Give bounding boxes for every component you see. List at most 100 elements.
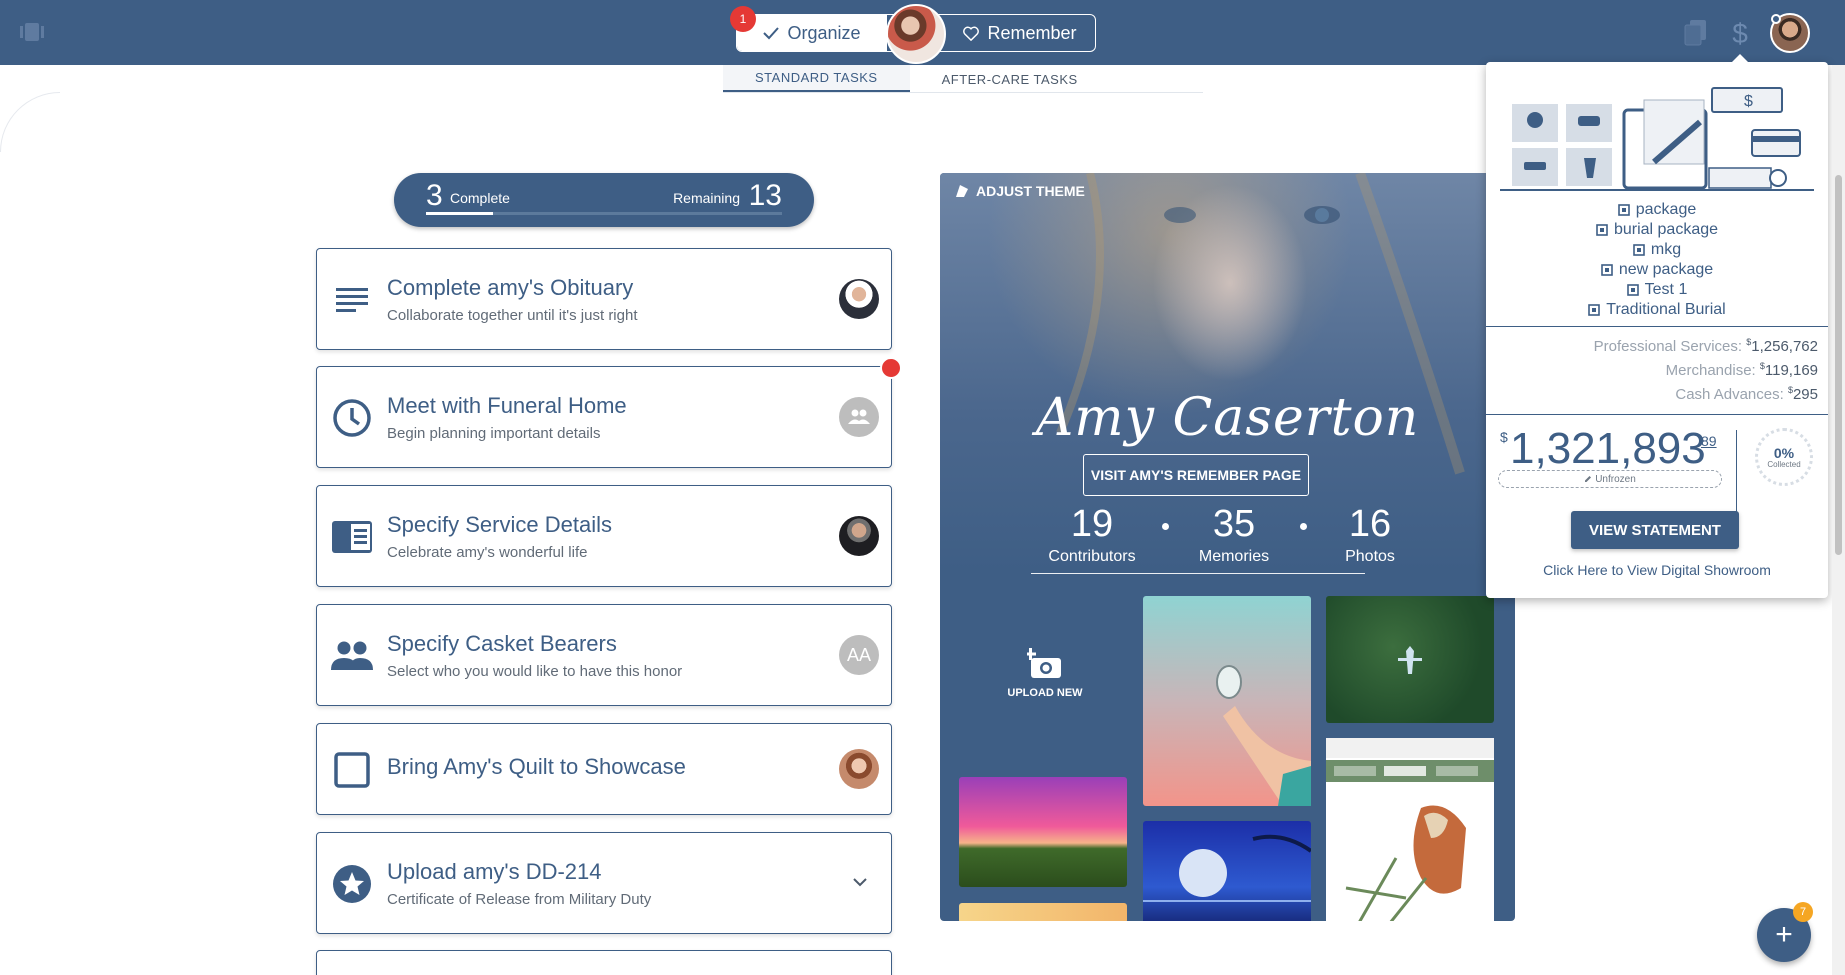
package-icon <box>1596 224 1608 236</box>
people-icon <box>331 635 373 677</box>
fee-label: Merchandise: <box>1665 362 1756 379</box>
package-item[interactable]: Traditional Burial <box>1486 300 1828 320</box>
heart-icon <box>963 26 980 41</box>
stat-value: 16 <box>1348 503 1392 545</box>
task-subtitle: Collaborate together until it's just rig… <box>387 307 638 324</box>
complete-count: 3 <box>426 179 443 212</box>
package-name: Test 1 <box>1644 281 1688 298</box>
tab-after-care-tasks[interactable]: AFTER-CARE TASKS <box>910 65 1110 93</box>
package-item[interactable]: mkg <box>1486 240 1828 260</box>
documents-icon[interactable] <box>1683 18 1709 46</box>
task-notification-dot <box>880 357 902 379</box>
package-list: package burial package mkg new package T… <box>1486 200 1828 320</box>
freeze-status-label: Unfrozen <box>1595 473 1636 485</box>
clock-icon <box>331 397 373 439</box>
checkbox-icon[interactable] <box>331 749 373 791</box>
task-card-service-details[interactable]: Specify Service Details Celebrate amy's … <box>316 485 892 587</box>
top-bar: Organize Remember 1 $ <box>0 0 1845 65</box>
collected-percent: 0% <box>1773 444 1795 461</box>
organize-notification-badge: 1 <box>730 6 756 32</box>
total-cents: 89 <box>1701 433 1717 449</box>
task-title: Bring Amy's Quilt to Showcase <box>387 754 686 779</box>
deceased-avatar[interactable] <box>886 4 946 64</box>
assignee-avatar[interactable] <box>839 516 879 556</box>
photo-thumbnail[interactable] <box>959 903 1127 921</box>
digital-showroom-link[interactable]: Click Here to View Digital Showroom <box>1486 562 1828 578</box>
tab-standard-tasks[interactable]: STANDARD TASKS <box>723 65 910 93</box>
stats-divider <box>1031 573 1365 574</box>
package-item[interactable]: Test 1 <box>1486 280 1828 300</box>
showroom-illustration: $ <box>1500 87 1814 191</box>
fee-label: Professional Services: <box>1593 338 1743 355</box>
task-card-casket-bearers[interactable]: Specify Casket Bearers Select who you wo… <box>316 604 892 706</box>
task-card-obituary[interactable]: Complete amy's Obituary Collaborate toge… <box>316 248 892 350</box>
collected-ring: 0% Collected <box>1755 428 1813 486</box>
fee-professional-services: Professional Services: $1,256,762 <box>1594 337 1818 355</box>
package-item[interactable]: burial package <box>1486 220 1828 240</box>
task-card-quilt[interactable]: Bring Amy's Quilt to Showcase <box>316 723 892 815</box>
photo-thumbnail[interactable] <box>1326 738 1494 921</box>
complete-label: Complete <box>450 190 510 206</box>
add-button-badge: 7 <box>1793 902 1813 922</box>
view-statement-button[interactable]: VIEW STATEMENT <box>1571 511 1739 549</box>
stat-value: 35 <box>1212 503 1256 545</box>
stat-label: Memories <box>1198 548 1270 565</box>
assignee-avatar[interactable] <box>839 749 879 789</box>
task-title: Upload amy's DD-214 <box>387 859 602 884</box>
photo-thumbnail[interactable] <box>959 777 1127 887</box>
package-item[interactable]: package <box>1486 200 1828 220</box>
package-name: burial package <box>1613 221 1719 238</box>
stat-label: Photos <box>1345 548 1395 565</box>
assignee-initials[interactable]: AA <box>839 635 879 675</box>
assignee-avatar[interactable] <box>839 279 879 319</box>
remember-label: Remember <box>987 22 1077 43</box>
svg-text:$: $ <box>1732 18 1748 48</box>
task-subtitle: Certificate of Release from Military Dut… <box>387 891 652 908</box>
photo-thumbnail[interactable] <box>1143 596 1311 806</box>
page-scrollbar[interactable] <box>1832 65 1845 975</box>
chevron-down-icon[interactable] <box>853 877 867 887</box>
stat-value: 19 <box>1070 503 1114 545</box>
photo-thumbnail[interactable] <box>1326 596 1494 723</box>
stat-contributors: 19 Contributors <box>1032 503 1152 566</box>
upload-label: UPLOAD NEW <box>1007 687 1083 699</box>
theme-icon <box>956 185 968 197</box>
task-card-dd214[interactable]: Upload amy's DD-214 Certificate of Relea… <box>316 832 892 934</box>
group-icon[interactable] <box>839 397 879 437</box>
add-photo-icon <box>1025 648 1061 678</box>
package-icon <box>1617 204 1630 216</box>
stat-photos: 16 Photos <box>1310 503 1430 566</box>
task-card-partial[interactable] <box>316 950 892 975</box>
stat-separator <box>1162 523 1169 530</box>
task-subtitle: Begin planning important details <box>387 425 601 442</box>
collected-label: Collected <box>1767 459 1801 469</box>
dollar-icon[interactable]: $ <box>1730 18 1750 48</box>
fee-merchandise: Merchandise: $119,169 <box>1666 361 1818 379</box>
task-title: Meet with Funeral Home <box>387 393 627 418</box>
organize-mode-button[interactable]: Organize <box>737 15 887 51</box>
package-name: new package <box>1618 261 1714 278</box>
task-progress: 3 Complete Remaining 13 <box>394 173 814 227</box>
task-title: Complete amy's Obituary <box>387 275 634 300</box>
freeze-status[interactable]: Unfrozen <box>1498 470 1722 488</box>
remaining-label: Remaining <box>673 190 740 206</box>
package-item[interactable]: new package <box>1486 260 1828 280</box>
photo-thumbnail[interactable] <box>1143 821 1313 921</box>
visit-remember-page-button[interactable]: VISIT AMY'S REMEMBER PAGE <box>1083 454 1309 496</box>
dropdown-divider <box>1486 326 1828 327</box>
package-name: Traditional Burial <box>1606 301 1726 318</box>
fee-label: Cash Advances: <box>1675 386 1784 403</box>
scrollbar-thumb[interactable] <box>1835 175 1842 555</box>
progress-track <box>426 212 782 215</box>
task-subtitle: Select who you would like to have this h… <box>387 663 683 680</box>
total-currency: $ <box>1500 429 1508 445</box>
deceased-name: Amy Caserton <box>1035 388 1420 448</box>
task-card-meet-funeral-home[interactable]: Meet with Funeral Home Begin planning im… <box>316 366 892 468</box>
program-icon <box>331 516 373 558</box>
sidebar-toggle-icon[interactable] <box>20 23 44 41</box>
upload-photo-button[interactable]: UPLOAD NEW <box>1000 648 1090 699</box>
remember-mode-button[interactable]: Remember <box>945 15 1095 51</box>
adjust-theme-button[interactable]: ADJUST THEME <box>954 183 1085 199</box>
task-tabs: STANDARD TASKS AFTER-CARE TASKS <box>723 65 1110 93</box>
stat-separator <box>1300 523 1307 530</box>
